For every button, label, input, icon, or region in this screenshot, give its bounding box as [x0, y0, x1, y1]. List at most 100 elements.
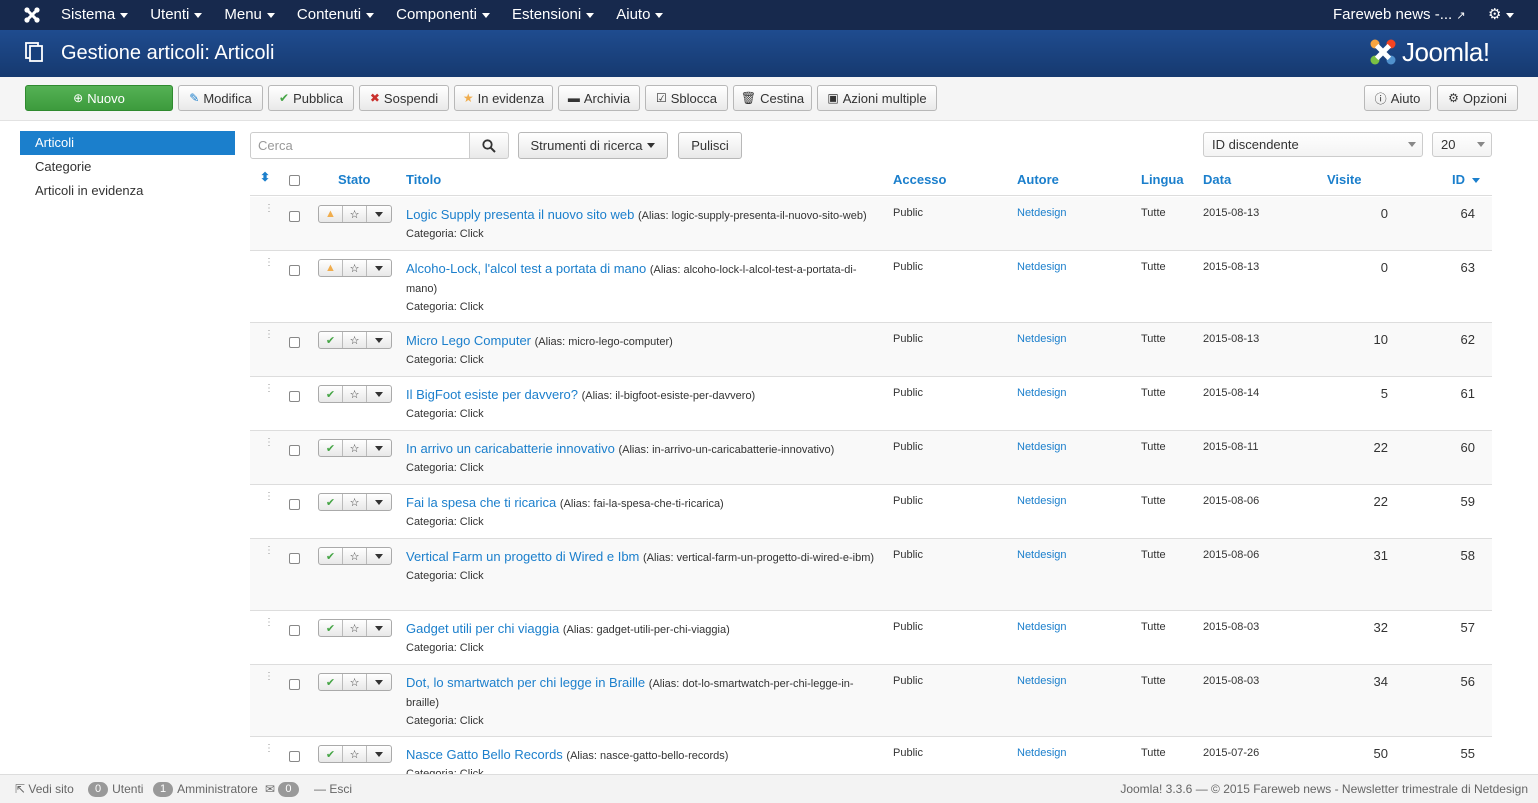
star-outline-icon[interactable]: ☆: [343, 746, 367, 762]
author-link[interactable]: Netdesign: [1017, 333, 1067, 345]
star-outline-icon[interactable]: ☆: [343, 548, 367, 564]
checkin-button[interactable]: ☑ Sblocca: [645, 85, 728, 111]
select-all-checkbox[interactable]: [289, 174, 300, 189]
search-input[interactable]: [250, 132, 470, 159]
actions-dropdown[interactable]: [367, 332, 391, 348]
sidebar-item-articoli-in-evidenza[interactable]: Articoli in evidenza: [20, 179, 235, 203]
th-title[interactable]: Titolo: [406, 172, 441, 187]
drag-handle-icon[interactable]: ⋮: [264, 744, 274, 754]
drag-handle-icon[interactable]: ⋮: [264, 546, 274, 556]
actions-dropdown[interactable]: [367, 494, 391, 510]
author-link[interactable]: Netdesign: [1017, 207, 1067, 219]
drag-handle-icon[interactable]: ⋮: [264, 618, 274, 628]
drag-handle-icon[interactable]: ⋮: [264, 330, 274, 340]
star-outline-icon[interactable]: ☆: [343, 260, 367, 276]
user-menu[interactable]: ⚙: [1488, 6, 1515, 24]
menu-aiuto[interactable]: Aiuto: [605, 0, 674, 30]
author-link[interactable]: Netdesign: [1017, 261, 1067, 273]
menu-contenuti[interactable]: Contenuti: [286, 0, 385, 30]
menu-utenti[interactable]: Utenti: [139, 0, 213, 30]
actions-dropdown[interactable]: [367, 674, 391, 690]
article-title-link[interactable]: Fai la spesa che ti ricarica: [406, 495, 556, 510]
edit-button[interactable]: ✎ Modifica: [178, 85, 263, 111]
warning-icon[interactable]: ▲: [319, 206, 343, 222]
article-title-link[interactable]: Il BigFoot esiste per davvero?: [406, 387, 578, 402]
star-outline-icon[interactable]: ☆: [343, 494, 367, 510]
author-link[interactable]: Netdesign: [1017, 747, 1067, 759]
actions-dropdown[interactable]: [367, 746, 391, 762]
publish-button[interactable]: ✔ Pubblica: [268, 85, 354, 111]
admin-link[interactable]: 1 Amministratore: [153, 775, 258, 803]
star-outline-icon[interactable]: ☆: [343, 332, 367, 348]
clear-button[interactable]: Pulisci: [678, 132, 742, 159]
sidebar-item-categorie[interactable]: Categorie: [20, 155, 235, 179]
row-checkbox[interactable]: [289, 390, 300, 405]
author-link[interactable]: Netdesign: [1017, 441, 1067, 453]
author-link[interactable]: Netdesign: [1017, 621, 1067, 633]
th-hits[interactable]: Visite: [1327, 172, 1361, 187]
actions-dropdown[interactable]: [367, 260, 391, 276]
row-checkbox[interactable]: [289, 552, 300, 567]
article-title-link[interactable]: Gadget utili per chi viaggia: [406, 621, 559, 636]
actions-dropdown[interactable]: [367, 548, 391, 564]
menu-componenti[interactable]: Componenti: [385, 0, 501, 30]
view-site-link[interactable]: ⇱ Vedi sito: [15, 775, 74, 803]
drag-handle-icon[interactable]: ⋮: [264, 672, 274, 682]
star-outline-icon[interactable]: ☆: [343, 440, 367, 456]
joomla-logo-icon[interactable]: [22, 5, 42, 25]
actions-dropdown[interactable]: [367, 386, 391, 402]
drag-handle-icon[interactable]: ⋮: [264, 258, 274, 268]
site-link[interactable]: Fareweb news -... ↗: [1333, 0, 1466, 31]
row-checkbox[interactable]: [289, 750, 300, 765]
logout-link[interactable]: — Esci: [314, 775, 352, 803]
trash-button[interactable]: 🗑 Cestina: [733, 85, 812, 111]
row-checkbox[interactable]: [289, 498, 300, 513]
warning-icon[interactable]: ▲: [319, 260, 343, 276]
drag-handle-icon[interactable]: ⋮: [264, 384, 274, 394]
actions-dropdown[interactable]: [367, 620, 391, 636]
article-title-link[interactable]: Micro Lego Computer: [406, 333, 531, 348]
star-outline-icon[interactable]: ☆: [343, 386, 367, 402]
row-checkbox[interactable]: [289, 336, 300, 351]
author-link[interactable]: Netdesign: [1017, 675, 1067, 687]
limit-select[interactable]: 20: [1432, 132, 1492, 157]
drag-handle-icon[interactable]: ⋮: [264, 438, 274, 448]
ordering-sort-icon[interactable]: ⬍: [260, 170, 270, 184]
article-title-link[interactable]: Logic Supply presenta il nuovo sito web: [406, 207, 634, 222]
th-author[interactable]: Autore: [1017, 172, 1059, 187]
actions-dropdown[interactable]: [367, 206, 391, 222]
archive-button[interactable]: ▬ Archivia: [558, 85, 640, 111]
sidebar-item-articoli[interactable]: Articoli: [20, 131, 235, 155]
th-language[interactable]: Lingua: [1141, 172, 1184, 187]
row-checkbox[interactable]: [289, 624, 300, 639]
users-link[interactable]: 0 Utenti: [88, 775, 143, 803]
ordering-select[interactable]: ID discendente: [1203, 132, 1423, 157]
article-title-link[interactable]: Dot, lo smartwatch per chi legge in Brai…: [406, 675, 645, 690]
star-outline-icon[interactable]: ☆: [343, 206, 367, 222]
batch-button[interactable]: ▣ Azioni multiple: [817, 85, 937, 111]
check-icon[interactable]: ✔: [319, 494, 343, 510]
help-button[interactable]: ⓘ Aiuto: [1364, 85, 1431, 111]
search-tools-button[interactable]: Strumenti di ricerca: [518, 132, 668, 159]
star-outline-icon[interactable]: ☆: [343, 674, 367, 690]
actions-dropdown[interactable]: [367, 440, 391, 456]
article-title-link[interactable]: Nasce Gatto Bello Records: [406, 747, 563, 762]
article-title-link[interactable]: Vertical Farm un progetto di Wired e Ibm: [406, 549, 639, 564]
author-link[interactable]: Netdesign: [1017, 549, 1067, 561]
check-icon[interactable]: ✔: [319, 332, 343, 348]
menu-menu[interactable]: Menu: [213, 0, 286, 30]
th-status[interactable]: Stato: [338, 172, 371, 187]
drag-handle-icon[interactable]: ⋮: [264, 204, 274, 214]
unpublish-button[interactable]: ✖ Sospendi: [359, 85, 449, 111]
th-id[interactable]: ID: [1452, 172, 1480, 187]
check-icon[interactable]: ✔: [319, 674, 343, 690]
row-checkbox[interactable]: [289, 210, 300, 225]
article-title-link[interactable]: Alcoho-Lock, l'alcol test a portata di m…: [406, 261, 646, 276]
check-icon[interactable]: ✔: [319, 620, 343, 636]
check-icon[interactable]: ✔: [319, 746, 343, 762]
options-button[interactable]: ⚙ Opzioni: [1437, 85, 1518, 111]
drag-handle-icon[interactable]: ⋮: [264, 492, 274, 502]
row-checkbox[interactable]: [289, 444, 300, 459]
th-access[interactable]: Accesso: [893, 172, 946, 187]
menu-sistema[interactable]: Sistema: [50, 0, 139, 30]
